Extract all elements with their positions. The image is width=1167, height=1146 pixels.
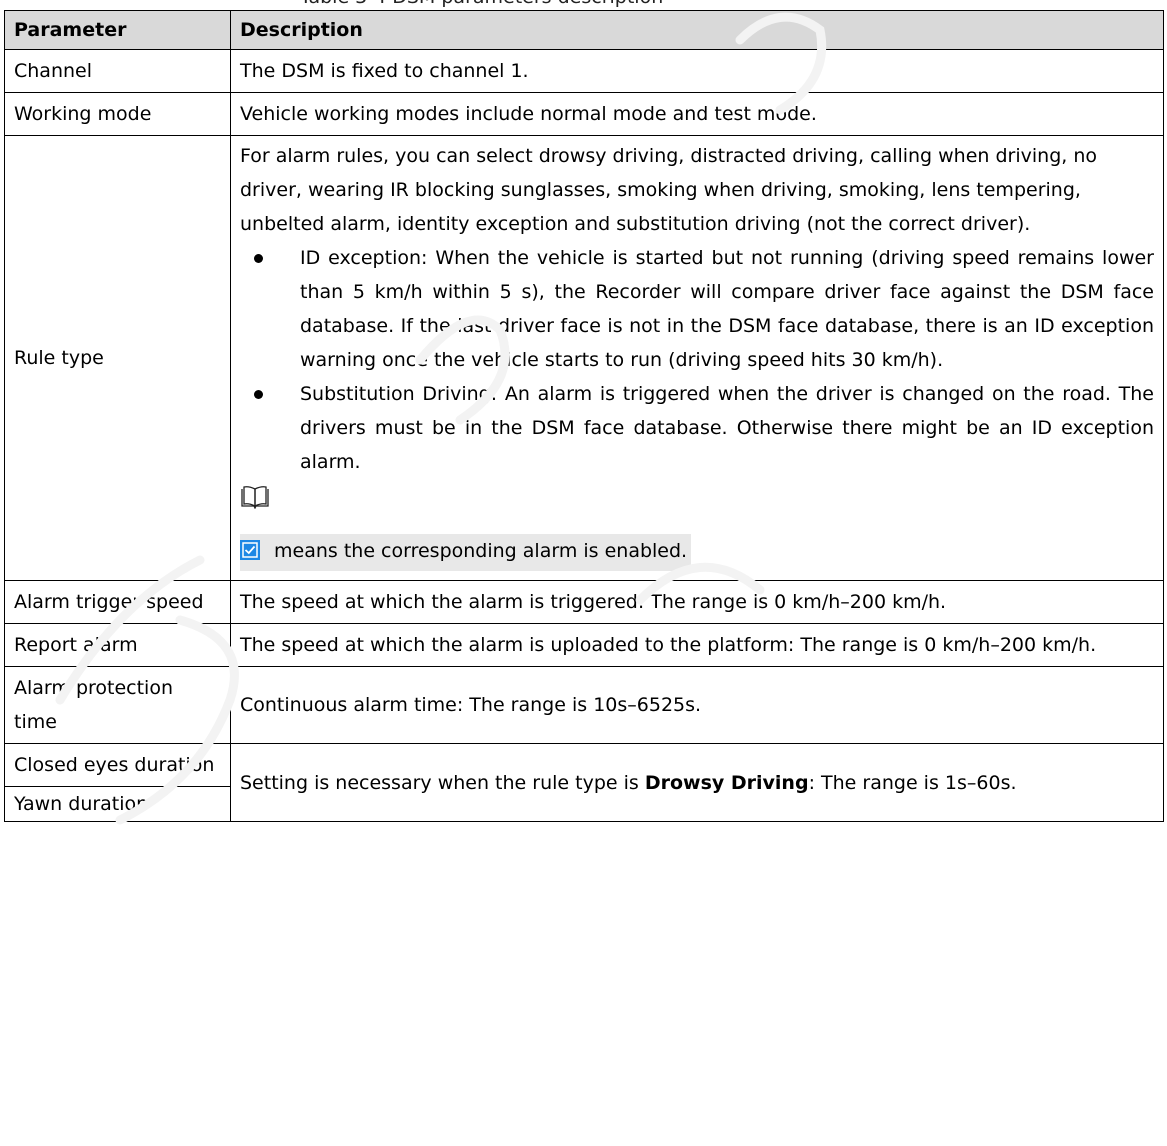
param-alarm-protection-time: Alarm protection time bbox=[4, 666, 231, 744]
table-row: Closed eyes duration Setting is necessar… bbox=[4, 743, 1164, 822]
rule-type-bullets: ID exception: When the vehicle is starte… bbox=[240, 241, 1154, 479]
checkbox-checked-icon bbox=[240, 537, 260, 571]
table-row: Working mode Vehicle working modes inclu… bbox=[4, 92, 1164, 136]
table-row: Alarm trigger speed The speed at which t… bbox=[4, 580, 1164, 624]
param-yawn-duration: Yawn duration bbox=[4, 786, 231, 822]
note-line: means the corresponding alarm is enabled… bbox=[240, 534, 692, 571]
table-caption: Table 3-4 DSM parameters description bbox=[0, 0, 1167, 9]
param-working-mode: Working mode bbox=[4, 92, 231, 136]
desc-rule-type: For alarm rules, you can select drowsy d… bbox=[230, 135, 1164, 581]
param-rule-type: Rule type bbox=[4, 135, 231, 581]
table-header-row: Parameter Description bbox=[4, 10, 1164, 50]
desc-duration: Setting is necessary when the rule type … bbox=[230, 743, 1164, 822]
list-item: ID exception: When the vehicle is starte… bbox=[240, 241, 1154, 377]
bullet-icon bbox=[254, 390, 263, 399]
book-note-icon bbox=[240, 485, 270, 520]
table-row: Alarm protection time Continuous alarm t… bbox=[4, 666, 1164, 744]
param-alarm-trigger-speed: Alarm trigger speed bbox=[4, 580, 231, 624]
desc-report-alarm: The speed at which the alarm is uploaded… bbox=[230, 623, 1164, 667]
rule-type-intro: For alarm rules, you can select drowsy d… bbox=[240, 145, 1098, 235]
header-parameter: Parameter bbox=[4, 10, 231, 50]
parameters-table: Parameter Description Channel The DSM is… bbox=[4, 10, 1164, 822]
param-channel: Channel bbox=[4, 49, 231, 93]
drowsy-driving-bold: Drowsy Driving bbox=[644, 771, 809, 794]
desc-alarm-protection-time: Continuous alarm time: The range is 10s–… bbox=[230, 666, 1164, 744]
desc-channel: The DSM is fixed to channel 1. bbox=[230, 49, 1164, 93]
list-item: Substitution Driving: An alarm is trigge… bbox=[240, 377, 1154, 479]
table-row: Rule type For alarm rules, you can selec… bbox=[4, 135, 1164, 581]
table-row: Channel The DSM is fixed to channel 1. bbox=[4, 49, 1164, 93]
param-closed-eyes-duration: Closed eyes duration bbox=[4, 743, 231, 787]
bullet-icon bbox=[254, 254, 263, 263]
header-description: Description bbox=[230, 10, 1164, 50]
table-row: Report alarm The speed at which the alar… bbox=[4, 623, 1164, 667]
desc-alarm-trigger-speed: The speed at which the alarm is triggere… bbox=[230, 580, 1164, 624]
param-report-alarm: Report alarm bbox=[4, 623, 231, 667]
desc-working-mode: Vehicle working modes include normal mod… bbox=[230, 92, 1164, 136]
